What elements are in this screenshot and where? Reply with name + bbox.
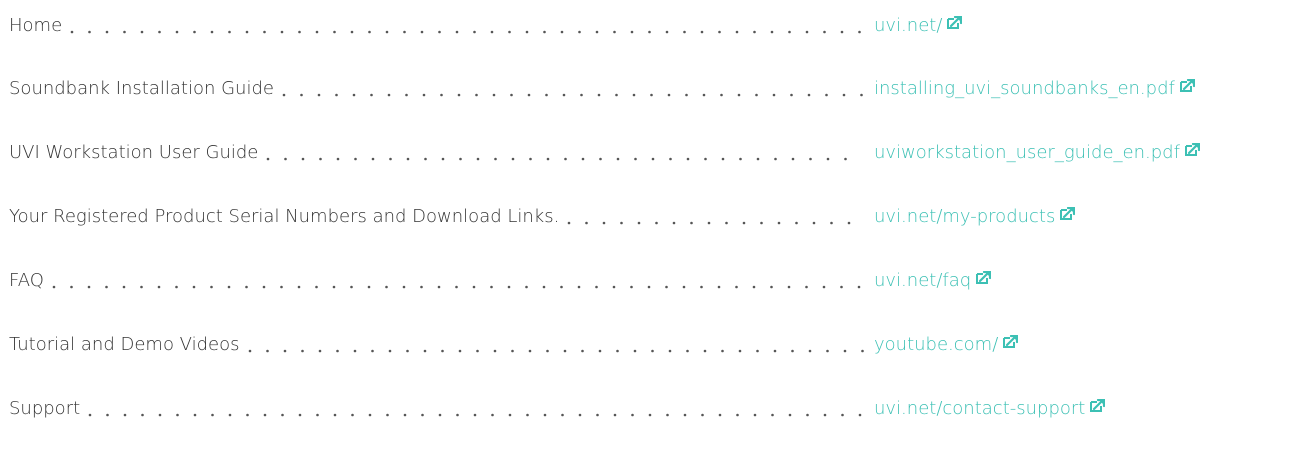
link-workstation-guide[interactable]: uviworkstation_user_guide_en.pdf	[874, 136, 1201, 168]
row-label: Support	[9, 398, 81, 419]
dot-leader	[88, 394, 864, 424]
external-link-icon[interactable]	[1090, 392, 1106, 422]
external-link-icon[interactable]	[1060, 200, 1076, 230]
link-text[interactable]: uviworkstation_user_guide_en.pdf	[874, 142, 1180, 163]
link-support[interactable]: uvi.net/contact-support	[874, 392, 1106, 424]
link-row-faq: FAQ uvi.net/faq	[9, 266, 1279, 296]
external-link-icon[interactable]	[947, 9, 963, 39]
external-link-icon[interactable]	[1179, 72, 1195, 102]
link-row-videos: Tutorial and Demo Videos youtube.com/	[9, 330, 1279, 360]
row-label: FAQ	[9, 270, 44, 291]
row-label: Your Registered Product Serial Numbers a…	[9, 206, 560, 227]
link-text[interactable]: uvi.net/faq	[874, 270, 971, 291]
dot-leader	[282, 74, 864, 104]
link-home[interactable]: uvi.net/	[874, 9, 963, 41]
row-label: UVI Workstation User Guide	[9, 142, 259, 163]
link-soundbank-guide[interactable]: installing_uvi_soundbanks_en.pdf	[874, 74, 1195, 104]
dot-leader	[52, 266, 864, 296]
link-text[interactable]: uvi.net/	[874, 15, 942, 36]
dot-leader	[70, 11, 864, 41]
link-faq[interactable]: uvi.net/faq	[874, 264, 992, 296]
link-row-soundbank-guide: Soundbank Installation Guide installing_…	[9, 74, 1279, 104]
dot-leader	[567, 202, 864, 232]
link-my-products[interactable]: uvi.net/my-products	[874, 200, 1076, 232]
link-row-my-products: Your Registered Product Serial Numbers a…	[9, 202, 1279, 232]
link-row-home: Home uvi.net/	[9, 11, 1279, 41]
dot-leader	[248, 330, 864, 360]
row-label: Soundbank Installation Guide	[9, 78, 274, 99]
link-text[interactable]: installing_uvi_soundbanks_en.pdf	[874, 78, 1175, 99]
external-link-icon[interactable]	[976, 264, 992, 294]
link-videos[interactable]: youtube.com/	[874, 328, 1019, 360]
link-text[interactable]: uvi.net/contact-support	[874, 398, 1085, 419]
link-text[interactable]: youtube.com/	[874, 334, 998, 355]
link-row-support: Support uvi.net/contact-support	[9, 394, 1279, 424]
link-text[interactable]: uvi.net/my-products	[874, 206, 1055, 227]
row-label: Home	[9, 15, 63, 36]
external-link-icon[interactable]	[1184, 136, 1201, 166]
link-row-workstation-guide: UVI Workstation User Guide uviworkstatio…	[9, 138, 1279, 168]
row-label: Tutorial and Demo Videos	[9, 334, 240, 355]
external-link-icon[interactable]	[1003, 328, 1019, 358]
dot-leader	[266, 138, 864, 168]
